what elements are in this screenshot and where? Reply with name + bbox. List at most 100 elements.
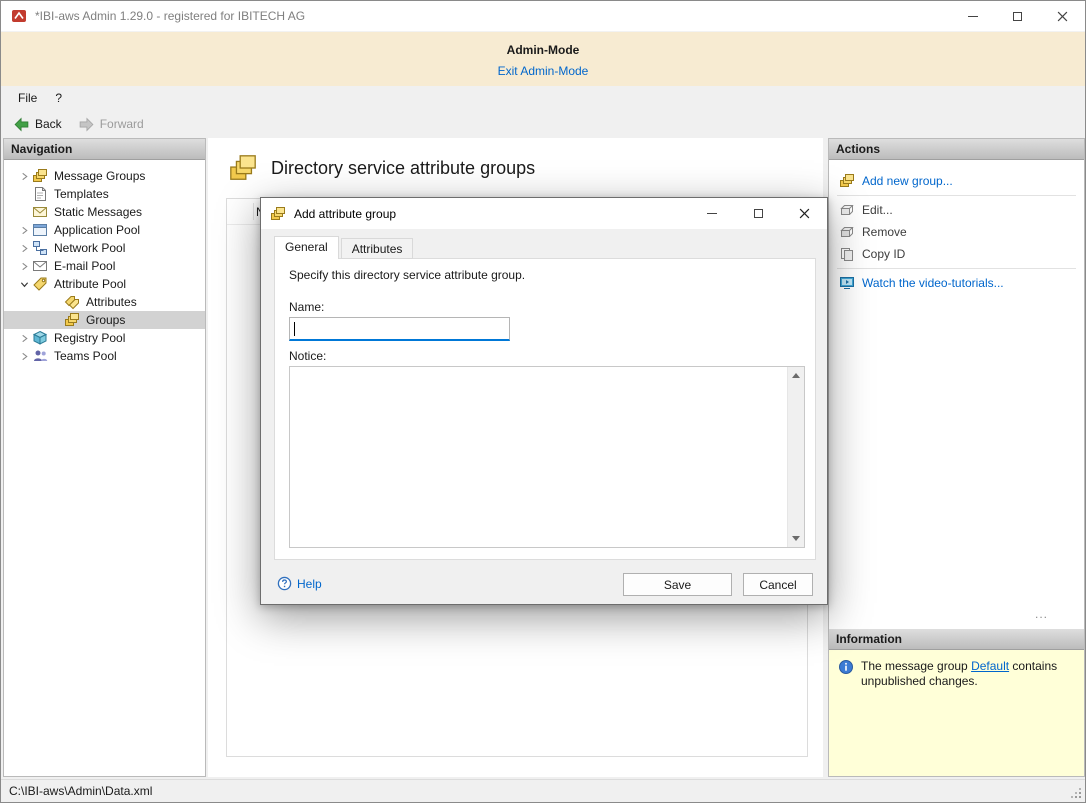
information-box: The message group Default contains unpub…: [829, 650, 1084, 776]
chevron-right-icon[interactable]: [18, 224, 30, 236]
chevron-spacer: [18, 188, 30, 200]
notice-textarea[interactable]: [289, 366, 805, 548]
back-arrow-icon: [13, 116, 30, 133]
sidebar-item-label: Registry Pool: [54, 331, 125, 345]
sidebar-item-templates[interactable]: Templates: [4, 185, 205, 203]
help-link[interactable]: Help: [277, 576, 322, 591]
chevron-right-icon[interactable]: [18, 170, 30, 182]
sidebar-item-groups[interactable]: Groups: [4, 311, 205, 329]
back-button[interactable]: Back: [13, 116, 62, 133]
add-attribute-group-dialog: Add attribute group General Attributes S…: [260, 197, 828, 605]
sidebar-item-static-messages[interactable]: Static Messages: [4, 203, 205, 221]
menu-file[interactable]: File: [9, 88, 46, 108]
panel-splitter-grip[interactable]: ...: [1035, 607, 1048, 621]
menu-help[interactable]: ?: [46, 88, 71, 108]
tab-general[interactable]: General: [274, 236, 339, 259]
scroll-up-button[interactable]: [788, 367, 804, 384]
sidebar-item-attributes[interactable]: Attributes: [4, 293, 205, 311]
sidebar-item-label: Message Groups: [54, 169, 145, 183]
actions-list: Add new group... Edit... Remove Copy ID …: [829, 160, 1084, 294]
dialog-maximize-button[interactable]: [735, 198, 781, 229]
dialog-icon: [270, 206, 286, 222]
edit-action[interactable]: Edit...: [829, 199, 1084, 221]
cancel-button[interactable]: Cancel: [743, 573, 813, 596]
sidebar-item-registry-pool[interactable]: Registry Pool: [4, 329, 205, 347]
admin-mode-banner: Admin-Mode Exit Admin-Mode: [1, 32, 1085, 86]
close-icon: [1057, 11, 1068, 22]
sidebar-item-label: E-mail Pool: [54, 259, 115, 273]
actions-header: Actions: [829, 139, 1084, 160]
page-title: Directory service attribute groups: [271, 158, 535, 179]
message-groups-icon: [32, 168, 48, 184]
scroll-down-button[interactable]: [788, 530, 804, 547]
minimize-button[interactable]: [950, 1, 995, 31]
email-pool-icon: [32, 258, 48, 274]
action-label: Add new group...: [862, 174, 953, 188]
action-label: Copy ID: [862, 247, 905, 261]
save-button[interactable]: Save: [623, 573, 732, 596]
chevron-right-icon[interactable]: [18, 350, 30, 362]
dialog-close-button[interactable]: [781, 198, 827, 229]
sidebar-item-label: Attribute Pool: [54, 277, 126, 291]
name-input[interactable]: [289, 317, 510, 341]
exit-admin-mode-link[interactable]: Exit Admin-Mode: [498, 64, 589, 78]
sidebar-item-label: Groups: [86, 313, 125, 327]
chevron-spacer: [50, 296, 62, 308]
sidebar-item-label: Static Messages: [54, 205, 142, 219]
dialog-tabs: General Attributes: [274, 236, 415, 259]
forward-button[interactable]: Forward: [78, 116, 144, 133]
registry-pool-icon: [32, 330, 48, 346]
remove-action[interactable]: Remove: [829, 221, 1084, 243]
maximize-icon: [754, 209, 763, 218]
dialog-minimize-button[interactable]: [689, 198, 735, 229]
status-path: C:\IBI-aws\Admin\Data.xml: [9, 784, 152, 798]
groups-icon: [64, 312, 80, 328]
sidebar-item-message-groups[interactable]: Message Groups: [4, 167, 205, 185]
sidebar-item-label: Templates: [54, 187, 109, 201]
chevron-down-icon[interactable]: [18, 278, 30, 290]
forward-label: Forward: [100, 117, 144, 131]
dialog-description: Specify this directory service attribute…: [289, 268, 525, 282]
video-tutorials-link[interactable]: Watch the video-tutorials...: [829, 272, 1084, 294]
add-group-icon: [839, 173, 855, 189]
triangle-down-icon: [792, 536, 800, 541]
sidebar-item-application-pool[interactable]: Application Pool: [4, 221, 205, 239]
chevron-right-icon[interactable]: [18, 332, 30, 344]
close-button[interactable]: [1040, 1, 1085, 31]
sidebar-item-teams-pool[interactable]: Teams Pool: [4, 347, 205, 365]
admin-mode-title: Admin-Mode: [1, 32, 1085, 57]
chevron-right-icon[interactable]: [18, 260, 30, 272]
information-message: The message group Default contains unpub…: [861, 659, 1074, 689]
triangle-up-icon: [792, 373, 800, 378]
notice-scrollbar[interactable]: [787, 367, 804, 547]
sidebar-item-attribute-pool[interactable]: Attribute Pool: [4, 275, 205, 293]
edit-icon: [839, 202, 855, 218]
navigation-header: Navigation: [4, 139, 205, 160]
minimize-icon: [707, 213, 717, 214]
sidebar-item-label: Network Pool: [54, 241, 125, 255]
info-text-prefix: The message group: [861, 659, 971, 673]
resize-grip-icon[interactable]: [1071, 788, 1081, 798]
app-icon: [11, 8, 27, 24]
network-pool-icon: [32, 240, 48, 256]
copy-id-action[interactable]: Copy ID: [829, 243, 1084, 265]
chevron-right-icon[interactable]: [18, 242, 30, 254]
default-group-link[interactable]: Default: [971, 659, 1009, 673]
help-icon: [277, 576, 292, 591]
page-header: Directory service attribute groups: [208, 138, 823, 183]
application-pool-icon: [32, 222, 48, 238]
maximize-icon: [1013, 12, 1022, 21]
chevron-spacer: [50, 314, 62, 326]
sidebar-item-email-pool[interactable]: E-mail Pool: [4, 257, 205, 275]
sidebar-item-label: Teams Pool: [54, 349, 117, 363]
dialog-title-bar[interactable]: Add attribute group: [261, 198, 827, 229]
forward-arrow-icon: [78, 116, 95, 133]
add-new-group-action[interactable]: Add new group...: [829, 170, 1084, 192]
status-bar: C:\IBI-aws\Admin\Data.xml: [1, 779, 1085, 802]
video-tutorials-icon: [839, 275, 855, 291]
maximize-button[interactable]: [995, 1, 1040, 31]
sidebar-item-network-pool[interactable]: Network Pool: [4, 239, 205, 257]
separator: [837, 195, 1076, 196]
tab-attributes[interactable]: Attributes: [341, 238, 414, 259]
attribute-pool-icon: [32, 276, 48, 292]
